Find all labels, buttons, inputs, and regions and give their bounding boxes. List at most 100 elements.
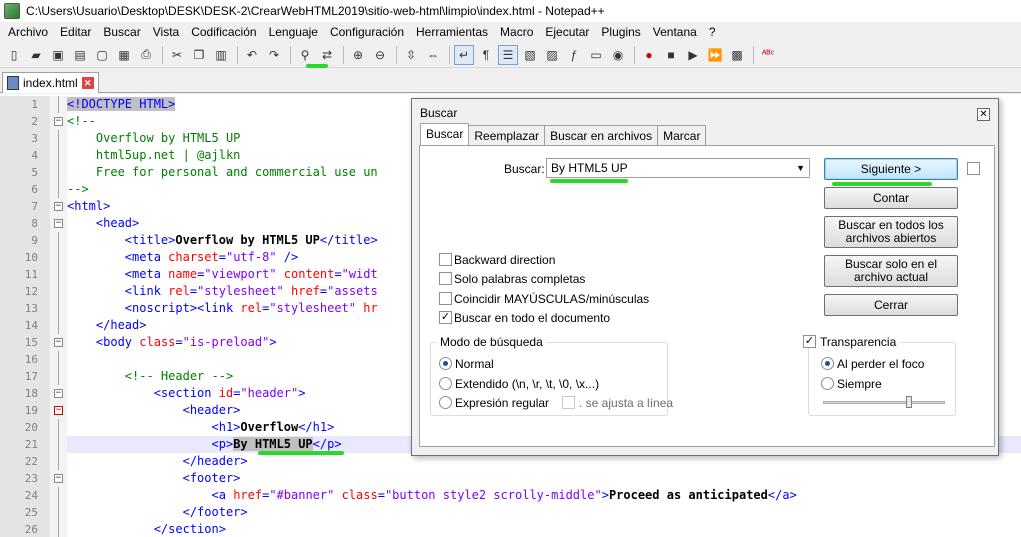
backward-checkbox[interactable] [439,253,452,266]
count-button[interactable]: Contar [824,187,958,209]
folder-workspace-icon[interactable]: ▭ [586,45,606,65]
menu-?[interactable]: ? [703,25,722,39]
close-all-icon[interactable]: ▦ [114,45,134,65]
fold-line-icon [50,521,67,537]
fold-line-icon [50,436,67,453]
dialog-tab-buscar[interactable]: Buscar [420,123,470,145]
play-macro-multiple-icon[interactable]: ⏩ [705,45,725,65]
close-tab-icon[interactable]: ✕ [81,77,94,89]
code-token: id [218,386,234,400]
transparency-checkbox[interactable]: ✓ [803,335,816,348]
show-all-chars-icon[interactable]: ¶ [476,45,496,65]
menu-lenguaje[interactable]: Lenguaje [263,25,324,39]
redo-icon[interactable]: ↷ [264,45,284,65]
menu-herramientas[interactable]: Herramientas [410,25,494,39]
find-in-current-button[interactable]: Buscar solo en el archivo actual [824,255,958,287]
code-line[interactable]: 26 </section> [0,521,1021,537]
backward-label: Backward direction [454,253,556,267]
save-icon[interactable]: ▣ [48,45,68,65]
menu-vista[interactable]: Vista [147,25,185,39]
code-text: <section id="header"> [67,385,306,402]
dot-newline-checkbox[interactable] [562,396,575,409]
word-wrap-icon[interactable]: ↵ [454,44,474,65]
toolbar-separator [396,45,397,64]
wrap-checkbox[interactable]: ✓ [439,311,452,324]
undo-icon[interactable]: ↶ [242,45,262,65]
menu-configuración[interactable]: Configuración [324,25,410,39]
print-icon[interactable]: ⎙ [136,45,156,65]
menu-editar[interactable]: Editar [54,25,97,39]
zoom-out-icon[interactable]: ⊖ [370,45,390,65]
new-file-icon[interactable]: ▯ [4,45,24,65]
line-number: 22 [0,453,50,470]
menu-archivo[interactable]: Archivo [2,25,54,39]
menu-codificación[interactable]: Codificación [185,25,262,39]
play-macro-icon[interactable]: ▶ [683,45,703,65]
sync-horizontal-icon[interactable]: ⇔ [423,45,443,65]
fold-minus-icon[interactable]: − [50,385,67,402]
cut-icon[interactable]: ✂ [167,45,187,65]
indent-guide-icon[interactable]: ☰ [498,44,518,65]
file-tab-index-html[interactable]: index.html ✕ [2,72,99,93]
zoom-in-icon[interactable]: ⊕ [348,45,368,65]
mode-normal-radio[interactable] [439,357,452,370]
menu-buscar[interactable]: Buscar [97,25,146,39]
stop-macro-icon[interactable]: ■ [661,45,681,65]
code-token: = [218,250,226,264]
code-line[interactable]: 25 </footer> [0,504,1021,521]
mode-regex-radio[interactable] [439,396,452,409]
close-icon[interactable]: ▢ [92,45,112,65]
find-next-button[interactable]: Siguiente > [824,158,958,180]
menu-plugins[interactable]: Plugins [595,25,646,39]
search-input[interactable]: By HTML5 UP ▼ [546,158,810,178]
fold-line-icon [50,487,67,504]
whole-word-checkbox[interactable] [439,272,452,285]
fold-minus-icon[interactable]: − [50,198,67,215]
menu-macro[interactable]: Macro [494,25,539,39]
monitoring-icon[interactable]: ◉ [608,45,628,65]
paste-icon[interactable]: ▥ [211,45,231,65]
replace-icon[interactable]: ⇄ [317,45,337,65]
fold-minus-icon[interactable]: − [50,470,67,487]
close-button[interactable]: Cerrar [824,294,958,316]
always-radio[interactable] [821,377,834,390]
fold-minus-icon[interactable]: − [50,215,67,232]
dropdown-arrow-icon[interactable]: ▼ [796,159,805,177]
mode-extended-radio[interactable] [439,377,452,390]
on-lose-focus-radio[interactable] [821,357,834,370]
copy-icon[interactable]: ❐ [189,45,209,65]
dialog-close-icon[interactable]: ✕ [977,108,990,121]
dialog-tab-reemplazar[interactable]: Reemplazar [468,125,546,145]
menu-ventana[interactable]: Ventana [647,25,703,39]
code-token: <!-- Header --> [124,369,234,383]
find-icon[interactable]: ⚲ [295,45,315,65]
transparency-slider-thumb[interactable] [905,396,912,408]
code-line[interactable]: 24 <a href="#banner" class="button style… [0,487,1021,504]
function-list-icon[interactable]: ƒ [564,45,584,65]
find-all-open-button[interactable]: Buscar en todos los archivos abiertos [824,216,958,248]
code-line[interactable]: 23− <footer> [0,470,1021,487]
transparency-slider-track[interactable] [823,401,945,404]
code-token: <html> [67,199,111,213]
fold-minus-icon[interactable]: − [50,334,67,351]
line-number: 23 [0,470,50,487]
fold-minus-icon[interactable]: − [50,113,67,130]
udl-icon[interactable]: ▧ [520,45,540,65]
spell-check-icon[interactable]: ᴬᴮᶜ [758,45,778,65]
fold-minus-icon[interactable]: − [50,402,67,419]
record-macro-icon[interactable]: ● [639,45,659,65]
next-option-checkbox[interactable] [967,162,980,175]
toolbar-separator [237,45,238,64]
doc-map-icon[interactable]: ▨ [542,45,562,65]
line-number: 13 [0,300,50,317]
sync-vertical-icon[interactable]: ⇳ [401,45,421,65]
dialog-tab-marcar[interactable]: Marcar [657,125,707,145]
menu-ejecutar[interactable]: Ejecutar [539,25,595,39]
open-file-icon[interactable]: ▰ [26,45,46,65]
save-all-icon[interactable]: ▤ [70,45,90,65]
save-macro-icon[interactable]: ▩ [727,45,747,65]
dialog-tab-buscar-en-archivos[interactable]: Buscar en archivos [544,125,659,145]
match-case-checkbox[interactable] [439,292,452,305]
